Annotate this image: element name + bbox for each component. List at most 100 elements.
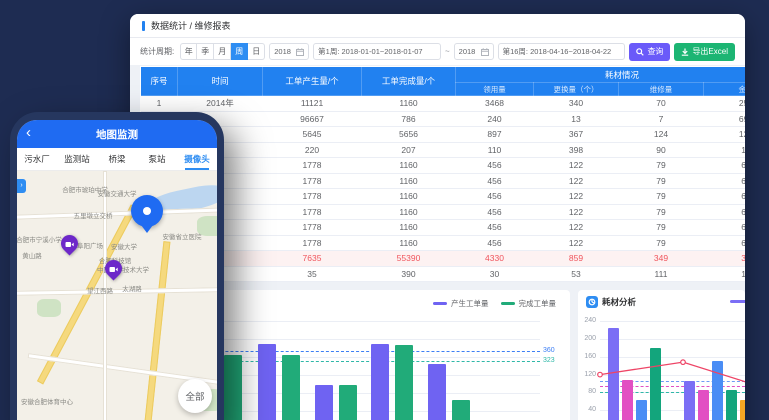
- start-year-select[interactable]: 2018: [269, 43, 309, 60]
- end-year-select[interactable]: 2018: [454, 43, 494, 60]
- back-chevron-icon[interactable]: ‹: [26, 124, 31, 142]
- phone-screen: ‹ 地图监测 污水厂监测站桥梁泵站摄像头 合肥市琥珀中学安徽交通大学五里墩立交桥…: [17, 120, 217, 420]
- summary-cell: 7635: [263, 251, 362, 267]
- download-icon: [681, 48, 689, 56]
- summary-cell: 55390: [362, 251, 456, 267]
- table-cell: 1160: [362, 158, 456, 174]
- table-cell: 129: [704, 127, 746, 143]
- table-cell: 5645: [263, 127, 362, 143]
- show-all-button[interactable]: 全部: [178, 379, 212, 413]
- table-cell: 1778: [263, 158, 362, 174]
- export-excel-button[interactable]: 导出Excel: [674, 43, 735, 61]
- park-area: [37, 299, 61, 317]
- table-cell: 122: [534, 220, 619, 236]
- table-cell: 367: [534, 127, 619, 143]
- map-label: 安徽交通大学: [98, 188, 137, 198]
- table-cell: 122: [534, 173, 619, 189]
- camera-marker[interactable]: [101, 256, 125, 280]
- table-cell: 5656: [362, 127, 456, 143]
- summary-cell: 111: [619, 266, 704, 282]
- summary-cell: 35: [263, 266, 362, 282]
- phone-tab-bar: 污水厂监测站桥梁泵站摄像头: [17, 148, 217, 171]
- table-cell: 1160: [362, 235, 456, 251]
- summary-cell: 14: [704, 266, 746, 282]
- summary-cell: 30: [456, 266, 534, 282]
- start-week-input[interactable]: 第1周: 2018-01-01~2018-01-07: [313, 43, 441, 60]
- table-cell: 70: [619, 96, 704, 112]
- map-label: 望江西路: [87, 285, 113, 295]
- table-cell: 13: [534, 111, 619, 127]
- export-button-label: 导出Excel: [692, 46, 728, 57]
- breadcrumb: 数据统计 / 维修报表: [151, 19, 231, 32]
- phone-tab-桥梁[interactable]: 桥梁: [97, 148, 137, 170]
- col-header-seq: 序号: [141, 67, 178, 96]
- table-cell: 250: [704, 96, 746, 112]
- bar-产生工单量: [428, 364, 446, 420]
- map-view[interactable]: 合肥市琥珀中学安徽交通大学五里墩立交桥安徽省立医院合肥市宁溪小学阜阳广场安徽大学…: [17, 171, 217, 420]
- table-row: 177811604561227967: [141, 204, 746, 220]
- table-row: 96667786240137690: [141, 111, 746, 127]
- bar-完成工单量: [282, 355, 300, 420]
- breadcrumb-bar: 数据统计 / 维修报表: [130, 14, 745, 38]
- phone-tab-泵站[interactable]: 泵站: [137, 148, 177, 170]
- table-row: 177811604561227967: [141, 235, 746, 251]
- table-cell: 1160: [362, 204, 456, 220]
- period-label: 统计周期:: [140, 46, 174, 57]
- map-label: 五里墩立交桥: [74, 210, 113, 220]
- table-cell: 2014年: [178, 96, 263, 112]
- table-cell: 67: [704, 235, 746, 251]
- selected-location-marker[interactable]: [131, 195, 163, 227]
- reference-line-label: 360: [543, 347, 555, 354]
- table-cell: 1160: [362, 189, 456, 205]
- material-chart-plot: 4080120160200240: [578, 290, 745, 420]
- table-cell: 1160: [362, 173, 456, 189]
- period-option-年[interactable]: 年: [180, 43, 197, 60]
- camera-marker[interactable]: [57, 231, 81, 255]
- bar-完成工单量: [224, 355, 242, 420]
- table-cell: 110: [456, 142, 534, 158]
- table-cell: 1: [141, 96, 178, 112]
- summary-cell: 349: [619, 251, 704, 267]
- table-cell: 79: [619, 189, 704, 205]
- table-cell: 456: [456, 189, 534, 205]
- phone-tab-污水厂[interactable]: 污水厂: [17, 148, 57, 170]
- phone-tab-监测站[interactable]: 监测站: [57, 148, 97, 170]
- summary-cell: 859: [534, 251, 619, 267]
- table-cell: 1778: [263, 173, 362, 189]
- table-cell: 456: [456, 173, 534, 189]
- query-button[interactable]: 查询: [629, 43, 670, 61]
- road-horizontal: [17, 287, 217, 296]
- avg-row: 平均值35390305311114: [141, 266, 746, 282]
- period-option-周[interactable]: 周: [231, 43, 248, 60]
- period-option-日[interactable]: 日: [248, 43, 265, 60]
- table-cell: 456: [456, 158, 534, 174]
- table-cell: 122: [534, 189, 619, 205]
- map-expand-button[interactable]: ›: [17, 179, 26, 193]
- table-cell: 79: [619, 204, 704, 220]
- table-cell: 79: [619, 235, 704, 251]
- table-cell: 456: [456, 204, 534, 220]
- end-year-value: 2018: [459, 47, 476, 56]
- summary-cell: 53: [534, 266, 619, 282]
- summary-cell: 33: [704, 251, 746, 267]
- table-cell: 7: [619, 111, 704, 127]
- table-cell: 67: [704, 204, 746, 220]
- table-cell: 340: [534, 96, 619, 112]
- end-week-input[interactable]: 第16周: 2018-04-16~2018-04-22: [498, 43, 626, 60]
- period-option-季[interactable]: 季: [197, 43, 214, 60]
- phone-app-header: ‹ 地图监测: [17, 120, 217, 148]
- map-label: 合肥市宁溪小学: [17, 234, 62, 244]
- start-year-value: 2018: [274, 47, 291, 56]
- table-cell: 220: [263, 142, 362, 158]
- table-cell: 690: [704, 111, 746, 127]
- sub-header: 更换量（个）: [534, 83, 619, 96]
- calendar-icon: [481, 48, 489, 56]
- table-cell: 122: [534, 158, 619, 174]
- table-cell: 1778: [263, 235, 362, 251]
- table-row: 12014年111211160346834070250: [141, 96, 746, 112]
- table-cell: 67: [704, 158, 746, 174]
- period-option-月[interactable]: 月: [214, 43, 231, 60]
- phone-tab-摄像头[interactable]: 摄像头: [177, 148, 217, 170]
- table-cell: 240: [456, 111, 534, 127]
- phone-page-title: 地图监测: [96, 127, 138, 142]
